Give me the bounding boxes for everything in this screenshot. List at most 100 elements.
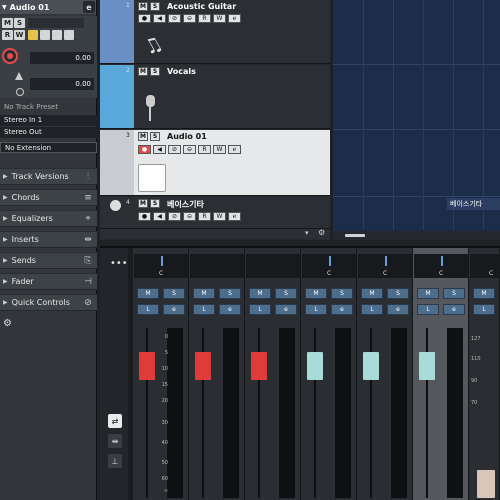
freeze-icon[interactable]	[64, 30, 74, 40]
track-row[interactable]: 4 M S 베이스기타 ● ◀ ⊘ ⊖ R W ℯ	[100, 197, 330, 229]
solo-button[interactable]: S	[219, 288, 241, 299]
track-row-selected[interactable]: 3 M S Audio 01 ● ◀ ⊘ ⊖ R W ℯ	[100, 130, 330, 196]
channel-button[interactable]: ℯ	[228, 145, 241, 154]
volume-fader[interactable]	[307, 352, 323, 380]
record-enable-button[interactable]	[2, 48, 18, 64]
listen-button[interactable]: L	[249, 304, 271, 315]
lock-icon[interactable]	[28, 30, 38, 40]
track-name[interactable]: 베이스기타	[167, 199, 204, 210]
monitor-button[interactable]: ◀	[153, 212, 166, 221]
channel-name-slot[interactable]	[470, 254, 500, 278]
track-row[interactable]: 2 M S Vocals	[100, 65, 330, 129]
inserts-view-icon[interactable]: ⇹	[108, 434, 122, 448]
record-button[interactable]: ●	[138, 14, 151, 23]
listen-button[interactable]: L	[305, 304, 327, 315]
monitor-button[interactable]: ◀	[153, 145, 166, 154]
timebase-button[interactable]: ⊘	[168, 145, 181, 154]
write-automation-button[interactable]: W	[14, 30, 25, 40]
section-fader[interactable]: ▶ Fader ⊣	[0, 273, 97, 290]
fader-view-icon[interactable]: ⊥	[108, 454, 122, 468]
edit-channel-button[interactable]: e	[83, 1, 95, 13]
channel-button[interactable]: ℯ	[228, 14, 241, 23]
pan-indicator[interactable]	[329, 256, 331, 266]
solo-button[interactable]: S	[14, 18, 25, 28]
track-solo-button[interactable]: S	[150, 67, 160, 76]
track-name[interactable]: Audio 01	[167, 132, 207, 141]
volume-fader[interactable]	[419, 352, 435, 380]
lock-button[interactable]: ⊖	[183, 212, 196, 221]
pan-field[interactable]: 0.00	[30, 78, 94, 90]
settings-gear-icon[interactable]: ⚙	[3, 318, 15, 330]
timebase-icon[interactable]	[52, 30, 62, 40]
solo-button[interactable]: S	[331, 288, 353, 299]
dropdown-arrow-icon[interactable]: ▾	[305, 229, 309, 237]
write-button[interactable]: W	[213, 212, 226, 221]
section-chords[interactable]: ▶ Chords ≡	[0, 189, 97, 206]
track-mute-button[interactable]: M	[138, 67, 148, 76]
lock-button[interactable]: ⊖	[183, 145, 196, 154]
record-button[interactable]: ●	[138, 145, 151, 154]
mute-button[interactable]: M	[2, 18, 13, 28]
track-solo-button[interactable]: S	[150, 2, 160, 11]
edit-button[interactable]: e	[275, 304, 297, 315]
read-automation-button[interactable]: R	[2, 30, 13, 40]
track-mute-button[interactable]: M	[138, 132, 148, 141]
track-name[interactable]: Vocals	[167, 67, 196, 76]
solo-button[interactable]: S	[443, 288, 465, 299]
track-solo-button[interactable]: S	[150, 199, 160, 208]
section-inserts[interactable]: ▶ Inserts ⇹	[0, 231, 97, 248]
volume-fader[interactable]	[477, 470, 495, 498]
section-sends[interactable]: ▶ Sends ⎘	[0, 252, 97, 269]
read-button[interactable]: R	[198, 14, 211, 23]
volume-fader[interactable]	[195, 352, 211, 380]
volume-field[interactable]: 0.00	[30, 52, 94, 64]
channel-button[interactable]: ℯ	[228, 212, 241, 221]
volume-fader[interactable]	[363, 352, 379, 380]
track-picture-thumb[interactable]	[138, 164, 166, 192]
pan-indicator[interactable]	[161, 256, 163, 266]
edit-button[interactable]: e	[219, 304, 241, 315]
pan-indicator[interactable]	[385, 256, 387, 266]
listen-button[interactable]: L	[193, 304, 215, 315]
listen-button[interactable]: L	[417, 304, 439, 315]
track-row[interactable]: 1 M S Acoustic Guitar ● ◀ ⊘ ⊖ R W ℯ ♫	[100, 0, 330, 64]
lane-icon[interactable]	[40, 30, 50, 40]
listen-button[interactable]: L	[361, 304, 383, 315]
lock-button[interactable]: ⊖	[183, 14, 196, 23]
inspector-header[interactable]: ▼ Audio 01 e	[0, 0, 96, 14]
mute-button[interactable]: M	[361, 288, 383, 299]
output-routing-field[interactable]: Stereo Out	[0, 127, 97, 138]
volume-fader[interactable]	[251, 352, 267, 380]
mute-button[interactable]: M	[417, 288, 439, 299]
read-button[interactable]: R	[198, 212, 211, 221]
collapse-triangle-icon[interactable]: ▼	[2, 4, 7, 11]
edit-button[interactable]: e	[387, 304, 409, 315]
section-track-versions[interactable]: ▶ Track Versions ⫶	[0, 168, 97, 185]
input-routing-field[interactable]: Stereo In 1	[0, 115, 97, 126]
routing-icon[interactable]: ⇄	[108, 414, 122, 428]
mute-button[interactable]: M	[305, 288, 327, 299]
solo-button[interactable]: S	[163, 288, 185, 299]
track-solo-button[interactable]: S	[150, 132, 160, 141]
channel-name-slot[interactable]	[246, 254, 300, 278]
solo-button[interactable]: S	[387, 288, 409, 299]
write-button[interactable]: W	[213, 145, 226, 154]
read-button[interactable]: R	[198, 145, 211, 154]
write-button[interactable]: W	[213, 14, 226, 23]
solo-button[interactable]: S	[275, 288, 297, 299]
audio-event[interactable]: 베이스기타	[447, 198, 500, 210]
track-mute-button[interactable]: M	[138, 2, 148, 11]
volume-fader[interactable]	[139, 352, 155, 380]
mute-button[interactable]: M	[473, 288, 495, 299]
extension-dropdown[interactable]: No Extension	[0, 142, 97, 153]
mute-button[interactable]: M	[193, 288, 215, 299]
more-icon[interactable]: •••	[110, 258, 128, 269]
pan-indicator[interactable]	[441, 256, 443, 266]
horizontal-scrollbar[interactable]	[333, 231, 500, 240]
track-name[interactable]: Acoustic Guitar	[167, 2, 236, 11]
section-equalizers[interactable]: ▶ Equalizers ⌖	[0, 210, 97, 227]
track-mute-button[interactable]: M	[138, 199, 148, 208]
monitor-button[interactable]: ◀	[153, 14, 166, 23]
scrollbar-thumb[interactable]	[345, 234, 365, 237]
edit-button[interactable]: e	[331, 304, 353, 315]
